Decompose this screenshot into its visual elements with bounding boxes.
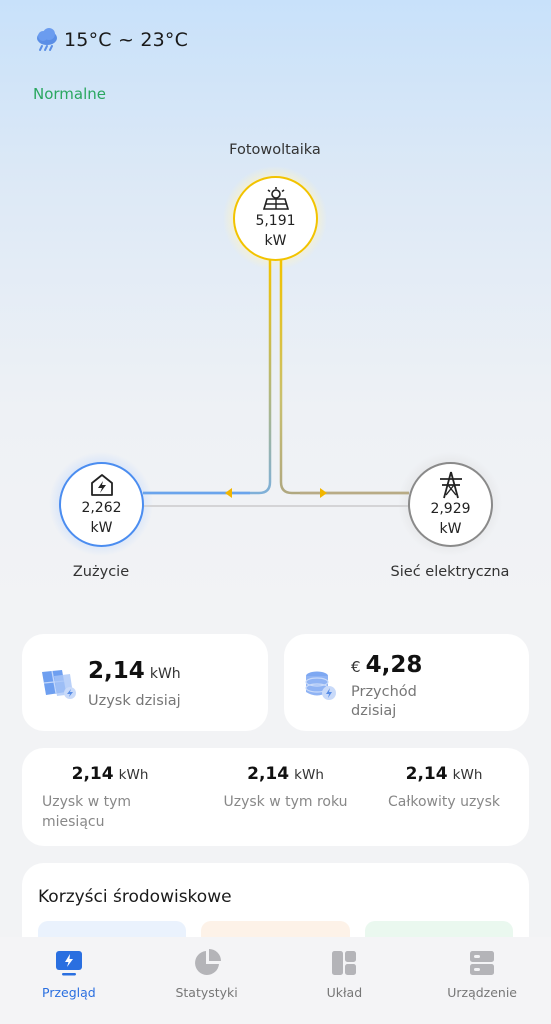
income-today-value: 4,28 — [365, 652, 423, 678]
flow-arrow-left — [225, 488, 232, 498]
pv-to-grid-line — [279, 260, 409, 495]
stat-month-value: 2,14 — [71, 764, 114, 784]
yield-today-card[interactable]: 2,14 kWh Uzysk dzisiaj — [22, 634, 268, 731]
income-today-label-1: Przychód — [351, 684, 417, 700]
stat-total[interactable]: 2,14 kWh — [359, 764, 529, 784]
stat-year-unit: kWh — [294, 767, 324, 783]
stat-total-value: 2,14 — [405, 764, 448, 784]
consumption-power-unit: kW — [90, 519, 113, 536]
nav-statistics-label: Statystyki — [175, 985, 238, 1000]
yield-today-value: 2,14 — [88, 658, 145, 684]
stat-month[interactable]: 2,14 kWh — [22, 764, 198, 784]
nav-overview-label: Przegląd — [42, 985, 96, 1000]
solar-panel-icon — [262, 186, 289, 210]
stat-month-label-1: Uzysk w tym — [42, 794, 132, 810]
monitor-bolt-icon — [55, 951, 82, 976]
stat-year[interactable]: 2,14 kWh — [198, 764, 373, 784]
coins-icon — [305, 671, 336, 700]
consumption-power-value: 2,262 — [81, 499, 122, 516]
stat-month-label-2: miesiącu — [42, 814, 105, 830]
nav-layout-label: Układ — [326, 985, 363, 1000]
consumption-label: Zużycie — [72, 564, 130, 580]
nav-statistics[interactable]: Statystyki — [138, 937, 276, 1024]
nav-overview[interactable]: Przegląd — [0, 937, 138, 1024]
stat-month-unit: kWh — [118, 767, 149, 783]
grid-label: Sieć elektryczna — [390, 564, 510, 580]
nav-layout[interactable]: Układ — [276, 937, 414, 1024]
grid-power-value: 2,929 — [430, 500, 471, 517]
nav-device-label: Urządzenie — [447, 985, 518, 1000]
bottom-navigation: Przegląd Statystyki Układ Urządzenie — [0, 937, 551, 1024]
income-today-label-2: dzisiaj — [351, 703, 397, 719]
pv-node[interactable]: 5,191 kW — [233, 176, 318, 261]
layout-icon — [332, 951, 357, 975]
stat-year-value: 2,14 — [247, 764, 290, 784]
pv-to-load-line — [143, 260, 272, 495]
solar-panels-icon — [42, 670, 76, 699]
device-icon — [470, 951, 495, 975]
income-today-card[interactable]: € 4,28 Przychód dzisiaj — [284, 634, 529, 731]
grid-node[interactable]: 2,929 kW — [408, 462, 493, 547]
stat-total-unit: kWh — [452, 767, 483, 783]
pv-power-value: 5,191 — [255, 212, 296, 229]
pv-label: Fotowoltaika — [229, 142, 321, 158]
stat-year-label: Uzysk w tym roku — [223, 794, 348, 810]
pie-chart-icon — [194, 949, 221, 975]
grid-power-unit: kW — [439, 520, 462, 537]
yield-stats-card: 2,14 kWh Uzysk w tym miesiącu 2,14 kWh U… — [22, 748, 529, 846]
flow-arrow-right — [320, 488, 327, 498]
pv-power-unit: kW — [264, 232, 287, 249]
environment-title: Korzyści środowiskowe — [38, 887, 232, 907]
income-currency: € — [351, 658, 361, 676]
consumption-node[interactable]: 2,262 kW — [59, 462, 144, 547]
stat-total-label: Całkowity uzysk — [388, 794, 500, 810]
yield-today-label: Uzysk dzisiaj — [88, 693, 181, 709]
home-bolt-icon — [90, 473, 113, 496]
nav-device[interactable]: Urządzenie — [413, 937, 551, 1024]
yield-today-unit: kWh — [149, 666, 181, 682]
power-tower-icon — [439, 471, 462, 498]
